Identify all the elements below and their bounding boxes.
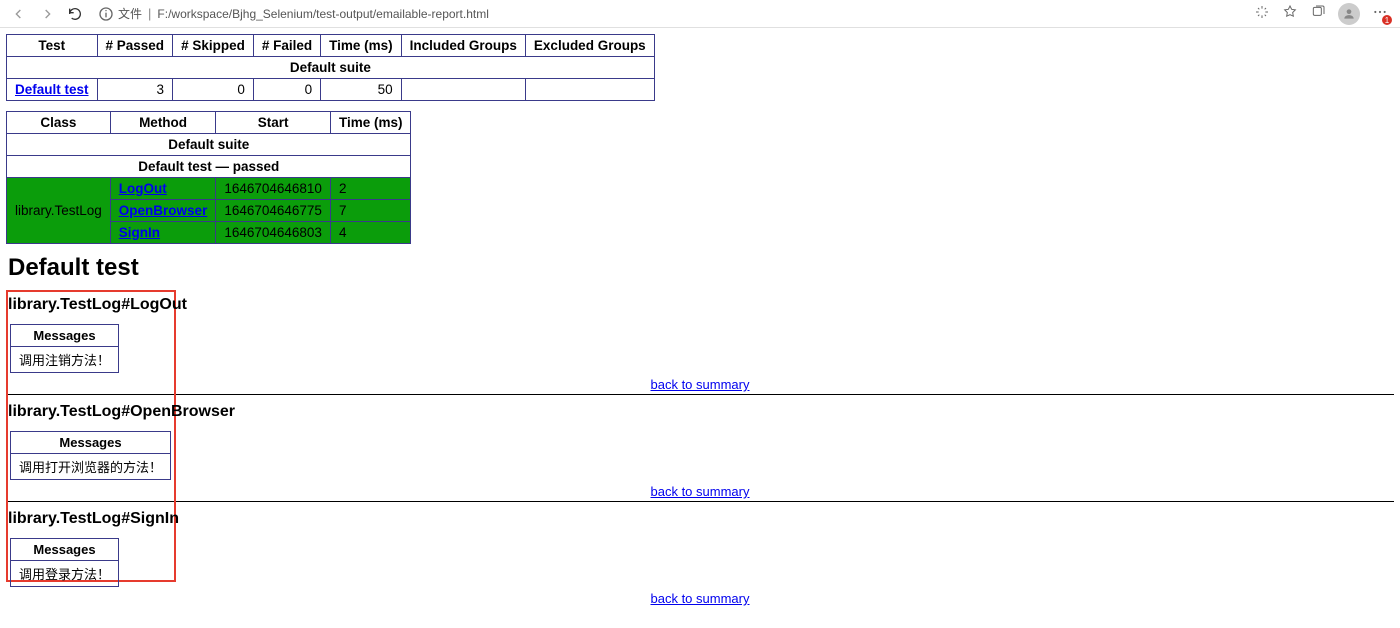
suite-label: Default suite xyxy=(7,134,411,156)
divider xyxy=(6,501,1394,502)
person-icon xyxy=(1342,7,1356,21)
collections-icon xyxy=(1310,4,1326,20)
skipped-cell: 0 xyxy=(173,79,254,101)
col-skipped: # Skipped xyxy=(173,35,254,57)
page-title: Default test xyxy=(6,254,1394,282)
back-link-row: back to summary xyxy=(6,591,1394,606)
message-cell: 调用打开浏览器的方法！ xyxy=(11,454,171,480)
suite-label: Default suite xyxy=(7,57,655,79)
messages-table: Messages 调用打开浏览器的方法！ xyxy=(10,431,171,480)
arrow-right-icon xyxy=(39,6,55,22)
method-cell: SignIn xyxy=(110,222,216,244)
test-label: Default test — passed xyxy=(7,156,411,178)
included-cell xyxy=(401,79,525,101)
star-plus-icon xyxy=(1282,4,1298,20)
test-row: Default test — passed xyxy=(7,156,411,178)
time-cell: 50 xyxy=(321,79,402,101)
message-cell: 调用登录方法！ xyxy=(11,561,119,587)
start-cell: 1646704646810 xyxy=(216,178,331,200)
messages-header: Messages xyxy=(11,432,171,454)
method-cell: OpenBrowser xyxy=(110,200,216,222)
method-link[interactable]: LogOut xyxy=(119,181,167,196)
test-link[interactable]: Default test xyxy=(15,82,89,97)
methods-table: Class Method Start Time (ms) Default sui… xyxy=(6,111,411,244)
method-heading: library.TestLog#SignIn xyxy=(6,510,1394,528)
forward-button[interactable] xyxy=(36,3,58,25)
back-to-summary-link[interactable]: back to summary xyxy=(651,377,750,392)
message-cell: 调用注销方法！ xyxy=(11,347,119,373)
suite-row: Default suite xyxy=(7,57,655,79)
method-link[interactable]: OpenBrowser xyxy=(119,203,208,218)
excluded-cell xyxy=(525,79,654,101)
arrow-left-icon xyxy=(11,6,27,22)
col-test: Test xyxy=(7,35,98,57)
page-info-chip[interactable]: 文件 xyxy=(98,5,142,22)
col-method: Method xyxy=(110,112,216,134)
url-text: F:/workspace/Bjhg_Selenium/test-output/e… xyxy=(157,7,489,21)
reload-icon xyxy=(67,6,83,22)
back-link-row: back to summary xyxy=(6,484,1394,499)
file-label: 文件 xyxy=(118,5,142,22)
suite-row: Default suite xyxy=(7,134,411,156)
start-cell: 1646704646775 xyxy=(216,200,331,222)
col-class: Class xyxy=(7,112,111,134)
col-start: Start xyxy=(216,112,331,134)
messages-table: Messages 调用注销方法！ xyxy=(10,324,119,373)
class-cell: library.TestLog xyxy=(7,178,111,244)
reload-button[interactable] xyxy=(64,3,86,25)
back-to-summary-link[interactable]: back to summary xyxy=(651,591,750,606)
col-failed: # Failed xyxy=(253,35,320,57)
failed-cell: 0 xyxy=(253,79,320,101)
back-link-row: back to summary xyxy=(6,377,1394,392)
time-cell: 2 xyxy=(330,178,411,200)
info-icon xyxy=(98,6,114,22)
divider xyxy=(6,394,1394,395)
col-passed: # Passed xyxy=(97,35,173,57)
method-row: library.TestLog LogOut 1646704646810 2 xyxy=(7,178,411,200)
more-menu-button[interactable]: 1 xyxy=(1372,4,1388,23)
favorites-button[interactable] xyxy=(1282,4,1298,23)
address-bar[interactable]: 文件 | F:/workspace/Bjhg_Selenium/test-out… xyxy=(92,3,1248,25)
start-cell: 1646704646803 xyxy=(216,222,331,244)
table-header-row: Test # Passed # Skipped # Failed Time (m… xyxy=(7,35,655,57)
method-heading: library.TestLog#LogOut xyxy=(6,296,1394,314)
col-included: Included Groups xyxy=(401,35,525,57)
col-excluded: Excluded Groups xyxy=(525,35,654,57)
method-cell: LogOut xyxy=(110,178,216,200)
back-to-summary-link[interactable]: back to summary xyxy=(651,484,750,499)
profile-button[interactable] xyxy=(1338,3,1360,25)
col-time: Time (ms) xyxy=(330,112,411,134)
table-row: Default test 3 0 0 50 xyxy=(7,79,655,101)
time-cell: 7 xyxy=(330,200,411,222)
page-content: Test # Passed # Skipped # Failed Time (m… xyxy=(0,28,1400,614)
summary-table: Test # Passed # Skipped # Failed Time (m… xyxy=(6,34,655,101)
collections-button[interactable] xyxy=(1310,4,1326,23)
table-header-row: Class Method Start Time (ms) xyxy=(7,112,411,134)
passed-cell: 3 xyxy=(97,79,173,101)
messages-table: Messages 调用登录方法！ xyxy=(10,538,119,587)
col-time: Time (ms) xyxy=(321,35,402,57)
method-heading: library.TestLog#OpenBrowser xyxy=(6,403,1394,421)
browser-toolbar: 文件 | F:/workspace/Bjhg_Selenium/test-out… xyxy=(0,0,1400,28)
messages-header: Messages xyxy=(11,539,119,561)
notification-badge: 1 xyxy=(1382,15,1392,25)
time-cell: 4 xyxy=(330,222,411,244)
toolbar-right: 1 xyxy=(1254,3,1392,25)
back-button[interactable] xyxy=(8,3,30,25)
messages-header: Messages xyxy=(11,325,119,347)
test-name-cell: Default test xyxy=(7,79,98,101)
read-aloud-button[interactable] xyxy=(1254,4,1270,23)
method-link[interactable]: SignIn xyxy=(119,225,160,240)
sparkle-icon xyxy=(1254,4,1270,20)
